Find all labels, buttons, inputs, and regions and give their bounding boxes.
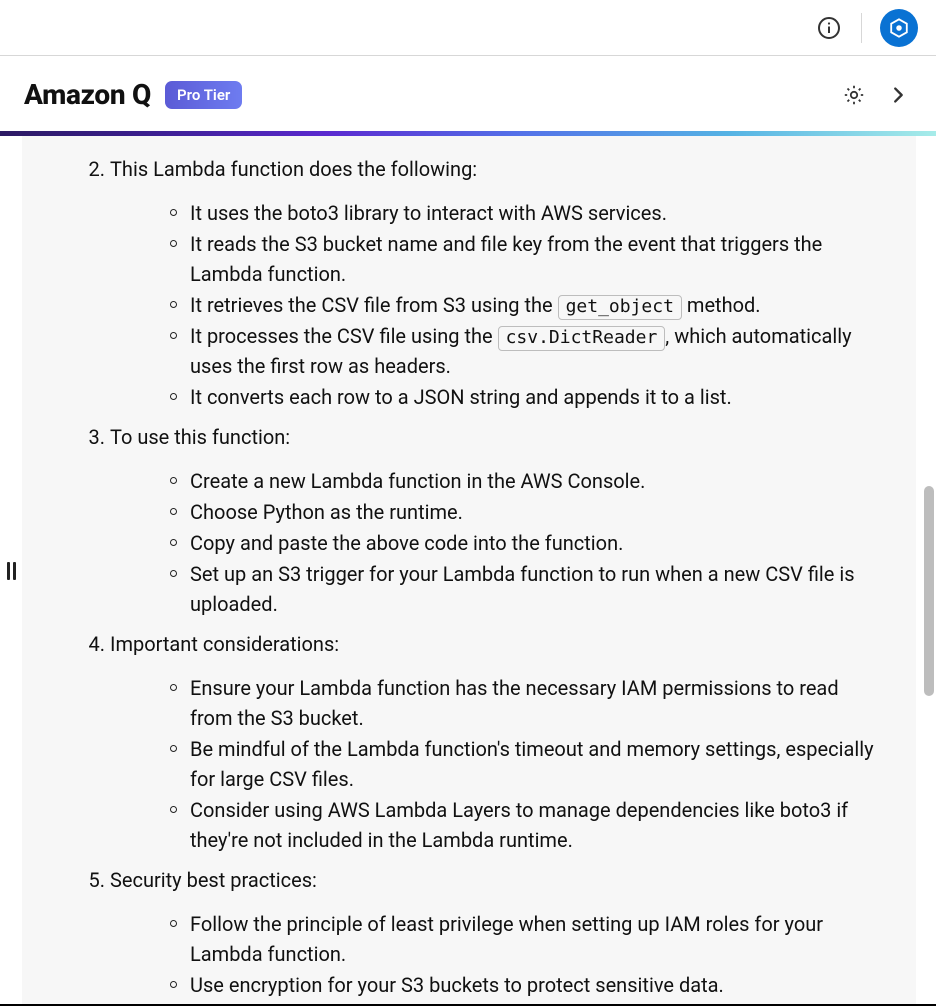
sub-list-item: Copy and paste the above code into the f… xyxy=(166,528,886,558)
sub-list-item: Set up an S3 trigger for your Lambda fun… xyxy=(166,559,886,619)
page-title: Amazon Q xyxy=(24,78,151,111)
info-icon[interactable] xyxy=(815,14,843,42)
inline-code: get_object xyxy=(558,295,682,320)
amazon-q-logo-icon[interactable] xyxy=(880,9,918,47)
left-gutter xyxy=(0,136,22,1006)
text-run: Set up an S3 trigger for your Lambda fun… xyxy=(190,562,855,616)
inline-code: csv.DictReader xyxy=(498,326,666,351)
panel-header: Amazon Q Pro Tier xyxy=(0,56,936,131)
sub-list-item: Create a new Lambda function in the AWS … xyxy=(166,466,886,496)
text-run: It converts each row to a JSON string an… xyxy=(190,385,732,409)
sub-list-item: It reads the S3 bucket name and file key… xyxy=(166,229,886,289)
sub-list-item: Choose Python as the runtime. xyxy=(166,497,886,527)
sub-list-item: Be mindful of the Lambda function's time… xyxy=(166,734,886,794)
text-run: Consider using AWS Lambda Layers to mana… xyxy=(190,798,848,852)
list-item-label: Security best practices: xyxy=(110,868,317,892)
tier-badge: Pro Tier xyxy=(165,81,242,109)
text-run: method. xyxy=(682,293,761,317)
list-item-label: Important considerations: xyxy=(110,632,339,656)
sub-list-item: Consider using AWS Lambda Layers to mana… xyxy=(166,795,886,855)
list-item: This Lambda function does the following:… xyxy=(110,154,886,412)
sub-list: Create a new Lambda function in the AWS … xyxy=(110,466,886,619)
text-run: Ensure your Lambda function has the nece… xyxy=(190,676,839,730)
text-run: It reads the S3 bucket name and file key… xyxy=(190,232,822,286)
text-run: Follow the principle of least privilege … xyxy=(190,912,823,966)
sub-list-item: It retrieves the CSV file from S3 using … xyxy=(166,290,886,320)
collapse-button[interactable] xyxy=(884,81,912,109)
scrollbar-thumb[interactable] xyxy=(924,486,934,696)
list-item-label: This Lambda function does the following: xyxy=(110,157,477,181)
pause-icon[interactable] xyxy=(7,562,16,580)
settings-button[interactable] xyxy=(840,81,868,109)
list-item: Security best practices: Follow the princ… xyxy=(110,865,886,1006)
text-run: It uses the boto3 library to interact wi… xyxy=(190,201,667,225)
sub-list: Ensure your Lambda function has the nece… xyxy=(110,673,886,855)
sub-list-item: It uses the boto3 library to interact wi… xyxy=(166,198,886,228)
sub-list-item: It processes the CSV file using the csv.… xyxy=(166,321,886,381)
text-run: Copy and paste the above code into the f… xyxy=(190,531,623,555)
text-run: It retrieves the CSV file from S3 using … xyxy=(190,293,558,317)
sub-list-item: It converts each row to a JSON string an… xyxy=(166,382,886,412)
list-item: Important considerations: Ensure your Lam… xyxy=(110,629,886,855)
top-bar xyxy=(0,0,936,56)
sub-list-item: Use encryption for your S3 buckets to pr… xyxy=(166,970,886,1000)
text-run: Use encryption for your S3 buckets to pr… xyxy=(190,973,724,997)
sub-list: Follow the principle of least privilege … xyxy=(110,909,886,1006)
separator xyxy=(861,13,862,43)
text-run: Choose Python as the runtime. xyxy=(190,500,463,524)
text-run: Create a new Lambda function in the AWS … xyxy=(190,469,645,493)
text-run: It processes the CSV file using the xyxy=(190,324,498,348)
list-item-label: To use this function: xyxy=(110,425,290,449)
sub-list-item: Ensure your Lambda function has the nece… xyxy=(166,673,886,733)
ordered-list: This Lambda function does the following:… xyxy=(32,154,886,1006)
list-item: To use this function: Create a new Lambda… xyxy=(110,422,886,619)
sub-list-item: Follow the principle of least privilege … xyxy=(166,909,886,969)
sub-list: It uses the boto3 library to interact wi… xyxy=(110,198,886,412)
response-panel: This Lambda function does the following:… xyxy=(22,136,916,1006)
text-run: Be mindful of the Lambda function's time… xyxy=(190,737,874,791)
